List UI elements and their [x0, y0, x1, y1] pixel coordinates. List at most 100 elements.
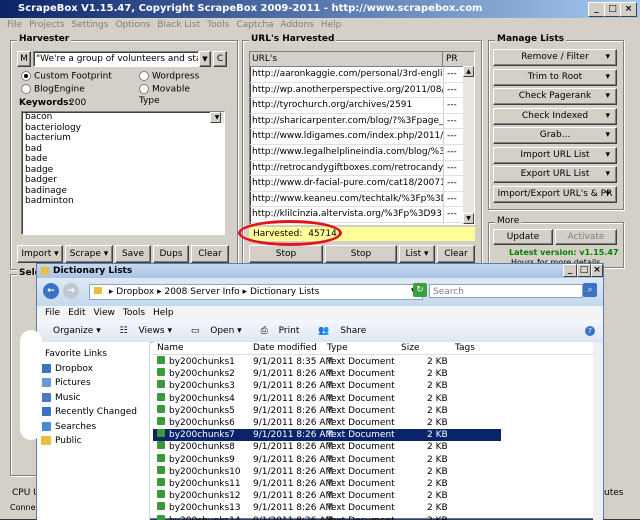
open-button[interactable]: ▭ Open ▾	[183, 326, 242, 336]
explorer-maximize-button[interactable]: □	[577, 264, 591, 277]
explorer-menu-view[interactable]: View	[94, 308, 115, 318]
urls-scrollbar[interactable]: ▲ ▼	[463, 66, 474, 224]
file-row[interactable]: by200chunks8 9/1/2011 8:26 AM Text Documen…	[153, 441, 501, 453]
manage-button-2[interactable]: Check Pagerank ▾	[493, 88, 617, 105]
breadcrumb[interactable]: ▸ Dropbox ▸ 2008 Server Info ▸ Dictionar…	[89, 284, 423, 300]
keyword-item[interactable]: badge	[22, 165, 224, 176]
back-arrow-icon[interactable]: ←	[43, 283, 59, 299]
scroll-up-icon[interactable]: ▲	[463, 66, 474, 77]
manage-button-7[interactable]: Import/Export URL's & PR ▾	[493, 185, 617, 203]
maximize-button[interactable]: □	[604, 2, 621, 17]
keyword-item[interactable]: bad	[22, 144, 224, 155]
url-row[interactable]: http://retrocandygiftboxes.com/retrocand…	[250, 160, 474, 177]
c-button[interactable]: C	[213, 51, 227, 67]
favorite-link-pictures[interactable]: Pictures	[41, 377, 91, 390]
favorite-link-searches[interactable]: Searches	[41, 421, 96, 434]
url-row[interactable]: http://www.ldigames.com/index.php/2011/1…	[250, 129, 474, 145]
explorer-close-button[interactable]: ×	[591, 264, 603, 277]
search-icon[interactable]: ⌕	[583, 283, 597, 297]
menu-item-settings[interactable]: Settings	[72, 20, 109, 30]
close-button[interactable]: ×	[620, 2, 637, 17]
keyword-item[interactable]: bacterium	[22, 133, 224, 144]
file-row[interactable]: by200chunks6 9/1/2011 8:26 AM Text Documen…	[153, 417, 501, 429]
update-button[interactable]: Update	[493, 229, 553, 245]
keyword-item[interactable]: badger	[22, 175, 224, 186]
share-button[interactable]: 👥 Share	[310, 326, 366, 336]
file-row[interactable]: by200chunks5 9/1/2011 8:26 AM Text Documen…	[153, 404, 501, 417]
list-button[interactable]: List	[399, 245, 435, 263]
radio-blogengine[interactable]: BlogEngine	[21, 84, 85, 95]
m-button[interactable]: M	[17, 51, 31, 67]
keyword-item[interactable]: bacteriology	[22, 123, 224, 134]
activate-button[interactable]: Activate	[555, 229, 617, 245]
file-row[interactable]: by200chunks14 9/1/2011 8:26 AMText Docume…	[153, 514, 501, 520]
menu-item-captcha[interactable]: Captcha	[236, 20, 273, 30]
menu-item-help[interactable]: Help	[321, 20, 342, 30]
radio-movable-type[interactable]: Movable Type	[139, 84, 209, 107]
file-row[interactable]: by200chunks9 9/1/2011 8:26 AM Text Documen…	[153, 453, 501, 466]
refresh-icon[interactable]: ↻	[413, 283, 427, 297]
manage-button-5[interactable]: Import URL List ▾	[493, 146, 617, 164]
manage-button-4[interactable]: Grab... ▾	[493, 127, 617, 144]
url-row[interactable]: http://tyrochurch.org/archives/2591 ---	[250, 98, 474, 114]
keyword-item[interactable]: bacon	[22, 112, 224, 123]
favorite-link-music[interactable]: Music	[41, 392, 81, 405]
file-row[interactable]: by200chunks7 9/1/2011 8:26 AM Text Documen…	[153, 429, 501, 442]
radio-custom-footprint[interactable]: Custom Footprint	[21, 71, 112, 82]
help-icon[interactable]: ?	[585, 326, 595, 336]
file-row[interactable]: by200chunks12 9/1/2011 8:26 AM Text Docume…	[153, 490, 501, 502]
url-row[interactable]: http://www.legalhelplineindia.com/blog/%…	[250, 144, 474, 161]
manage-button-6[interactable]: Export URL List ▾	[493, 166, 617, 183]
file-row[interactable]: by200chunks13 9/1/2011 8:26 AM Text Docume…	[153, 502, 501, 514]
breadcrumb-dropbox[interactable]: Dropbox	[116, 287, 154, 297]
scroll-down-icon[interactable]: ▼	[210, 111, 221, 123]
keywords-scrollbar[interactable]: ▲▼	[210, 111, 224, 123]
menu-item-file[interactable]: File	[7, 20, 22, 30]
search-input[interactable]: Search	[429, 284, 583, 298]
scrape-button[interactable]: Scrape	[65, 245, 113, 263]
clear-keywords-button[interactable]: Clear	[191, 245, 229, 263]
menu-item-tools[interactable]: Tools	[207, 20, 229, 30]
url-row[interactable]: http://wp.anotherperspective.org/2011/08…	[250, 82, 474, 99]
explorer-menu-edit[interactable]: Edit	[68, 308, 85, 318]
manage-button-3[interactable]: Check Indexed ▾	[493, 107, 617, 125]
urls-table[interactable]: URL's PR http://aaronkaggie.com/personal/…	[249, 51, 475, 225]
pr-column-header[interactable]: PR	[443, 54, 458, 64]
explorer-menu-tools[interactable]: Tools	[123, 308, 145, 318]
menu-item-projects[interactable]: Projects	[29, 20, 64, 30]
organize-button[interactable]: Organize ▾	[45, 326, 101, 336]
manage-button-1[interactable]: Trim to Root ▾	[493, 68, 617, 86]
file-row[interactable]: by200chunks10 9/1/2011 8:26 AM Text Docume…	[153, 465, 501, 478]
file-row[interactable]: by200chunks11 9/1/2011 8:26 AM Text Docume…	[153, 478, 501, 490]
import-button[interactable]: Import	[17, 245, 63, 263]
keywords-list[interactable]: bacon bacteriology bacterium bad bade badge ba…	[21, 111, 225, 235]
keyword-item[interactable]: badminton	[22, 196, 224, 207]
column-header-type[interactable]: Type	[327, 342, 348, 354]
favorite-link-recently-changed[interactable]: Recently Changed	[41, 406, 137, 419]
stop-harvesting-button-1[interactable]: Stop Harvesting	[249, 245, 323, 275]
clear-urls-button[interactable]: Clear	[437, 245, 475, 263]
menu-item-black-list[interactable]: Black List	[157, 20, 200, 30]
views-button[interactable]: ☷ Views ▾	[112, 326, 172, 336]
file-row[interactable]: by200chunks1 9/1/2011 8:35 AM Text Documen…	[153, 356, 501, 368]
forward-arrow-icon[interactable]: →	[63, 283, 79, 299]
query-field[interactable]: "We're a group of volunteers and startin…	[33, 51, 199, 67]
url-row[interactable]: http://www.keaneu.com/techtalk/%3Fp%3D36…	[250, 191, 474, 208]
dups-button[interactable]: Dups	[153, 245, 189, 263]
column-header-tags[interactable]: Tags	[455, 342, 475, 354]
url-row[interactable]: http://www.dr-facial-pure.com/cat18/2007…	[250, 176, 474, 192]
url-row[interactable]: http://sharicarpenter.com/blog/?%3Fpage_…	[250, 113, 474, 130]
column-header-size[interactable]: Size	[401, 342, 419, 354]
file-row[interactable]: by200chunks3 9/1/2011 8:26 AM Text Documen…	[153, 380, 501, 392]
file-row[interactable]: by200chunks2 9/1/2011 8:26 AM Text Documen…	[153, 368, 501, 380]
query-dropdown-button[interactable]: ▼	[199, 51, 211, 67]
column-header-date-modified[interactable]: Date modified	[253, 342, 317, 354]
save-button[interactable]: Save	[115, 245, 151, 263]
menu-item-addons[interactable]: Addons	[281, 20, 314, 30]
radio-wordpress[interactable]: Wordpress	[139, 71, 199, 82]
file-row[interactable]: by200chunks4 9/1/2011 8:26 AM Text Documen…	[153, 392, 501, 405]
breadcrumb-server-info[interactable]: 2008 Server Info	[164, 287, 239, 297]
manage-button-0[interactable]: Remove / Filter ▾	[493, 49, 617, 66]
favorite-link-public[interactable]: Public	[41, 435, 82, 448]
url-row[interactable]: http://aaronkaggie.com/personal/3rd-engl…	[250, 67, 474, 83]
